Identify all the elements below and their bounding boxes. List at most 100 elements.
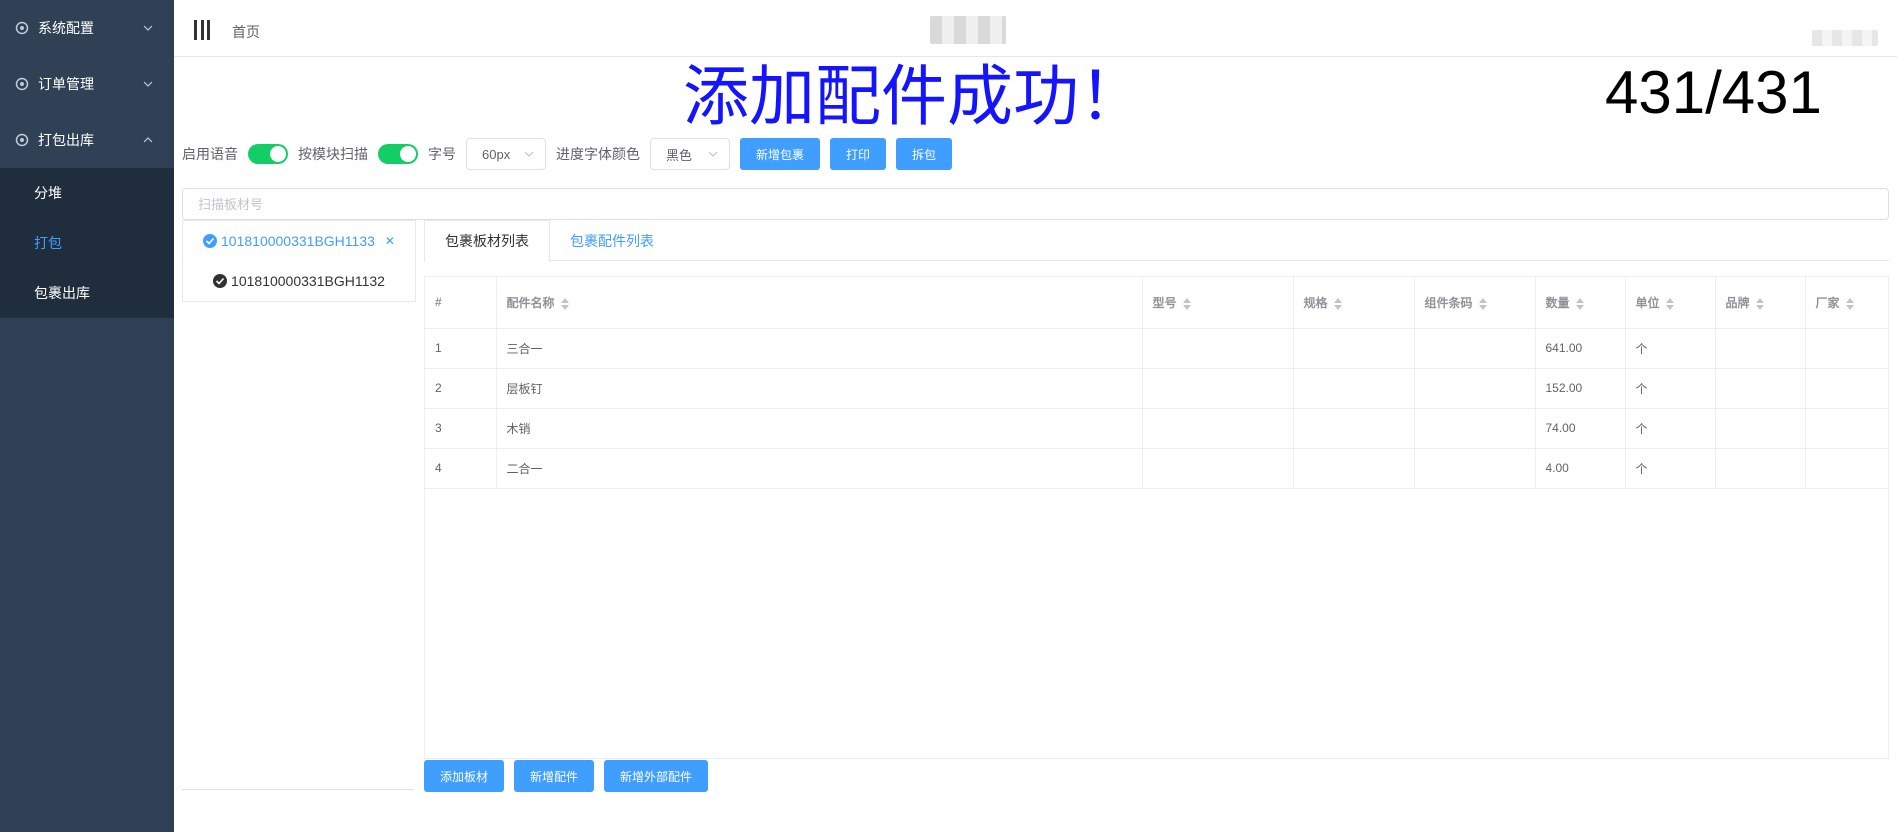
redacted-user[interactable] <box>1812 30 1878 46</box>
header: 首页 <box>174 0 1897 57</box>
cell-index: 2 <box>425 368 497 409</box>
sort-icon[interactable] <box>1845 297 1854 310</box>
breadcrumb[interactable]: 首页 <box>232 22 260 42</box>
column-header: # <box>425 277 497 329</box>
add-part-button[interactable]: 新增配件 <box>514 760 595 792</box>
module-scan-switch[interactable] <box>378 144 418 164</box>
gear-icon <box>14 20 30 36</box>
redacted-logo <box>930 16 1006 44</box>
sort-icon[interactable] <box>1665 297 1674 310</box>
cell-barcode <box>1414 448 1536 489</box>
sort-icon[interactable] <box>560 297 569 310</box>
submenu-item-package-outbound[interactable]: 包裹出库 <box>0 268 174 318</box>
board-item[interactable]: 101810000331BGH1133 ✕ <box>182 220 416 261</box>
chevron-up-icon <box>142 134 154 146</box>
toolbar: 启用语音 按模块扫描 字号 60px 进度字体颜色 黑色 新增包裹 打印 拆包 <box>182 138 962 170</box>
board-item[interactable]: 101810000331BGH1132 <box>182 261 416 302</box>
table-row[interactable]: 3 木销 74.00 个 <box>425 408 1888 449</box>
sidebar: 系统配置 订单管理 打包出库 分堆 打包 包裹出库 <box>0 0 174 832</box>
chevron-down-icon <box>142 22 154 34</box>
progress-counter: 431/431 <box>1605 59 1822 126</box>
cell-unit: 个 <box>1625 448 1716 489</box>
check-circle-icon <box>213 274 228 288</box>
cell-barcode <box>1414 368 1536 409</box>
cell-quantity: 641.00 <box>1535 328 1626 369</box>
cell-index: 3 <box>425 408 497 449</box>
check-circle-icon <box>203 233 218 248</box>
column-header[interactable]: 规格 <box>1293 277 1415 329</box>
chevron-down-icon <box>707 148 719 160</box>
menu-pack-outbound[interactable]: 打包出库 <box>0 112 174 168</box>
tab-package-parts[interactable]: 包裹配件列表 <box>550 220 674 261</box>
cell-quantity: 152.00 <box>1535 368 1626 409</box>
sort-icon[interactable] <box>1333 297 1342 310</box>
column-header[interactable]: 数量 <box>1535 277 1626 329</box>
column-header[interactable]: 品牌 <box>1715 277 1806 329</box>
cell-unit: 个 <box>1625 408 1716 449</box>
font-size-select[interactable]: 60px <box>466 138 546 170</box>
column-header[interactable]: 单位 <box>1625 277 1716 329</box>
column-header[interactable]: 组件条码 <box>1414 277 1536 329</box>
print-button[interactable]: 打印 <box>830 138 887 170</box>
cell-brand <box>1715 448 1806 489</box>
menu-label: 系统配置 <box>38 20 94 36</box>
cell-barcode <box>1414 328 1536 369</box>
cell-brand <box>1715 328 1806 369</box>
cell-part-name: 三合一 <box>496 328 1143 369</box>
add-external-part-button[interactable]: 新增外部配件 <box>604 760 709 792</box>
board-list: 101810000331BGH1133 ✕ 101810000331BGH113… <box>182 220 416 302</box>
font-color-select[interactable]: 黑色 <box>650 138 730 170</box>
tabs: 包裹板材列表 包裹配件列表 <box>424 220 1889 262</box>
board-code: 101810000331BGH1133 <box>221 232 375 249</box>
board-code: 101810000331BGH1132 <box>231 273 385 289</box>
sort-icon[interactable] <box>1575 297 1584 310</box>
column-header[interactable]: 厂家 <box>1805 277 1888 329</box>
table-row[interactable]: 1 三合一 641.00 个 <box>425 328 1888 369</box>
menu-label: 订单管理 <box>38 76 94 92</box>
font-size-label: 字号 <box>428 146 456 162</box>
app: 系统配置 订单管理 打包出库 分堆 打包 包裹出库 首页 添加配件成功！ 431… <box>0 0 1897 832</box>
cell-manufacturer <box>1805 448 1888 489</box>
voice-switch[interactable] <box>248 144 288 164</box>
cell-brand <box>1715 408 1806 449</box>
table-header-row: # 配件名称 型号 规格 组件条码 数量 单位 品牌 厂家 <box>425 277 1888 329</box>
add-board-button[interactable]: 添加板材 <box>424 760 505 792</box>
submenu-item-split[interactable]: 分堆 <box>0 168 174 218</box>
cell-barcode <box>1414 408 1536 449</box>
table-row[interactable]: 2 层板钉 152.00 个 <box>425 368 1888 409</box>
submenu-item-pack[interactable]: 打包 <box>0 218 174 268</box>
submenu-pack-outbound: 分堆 打包 包裹出库 <box>0 168 174 318</box>
cell-manufacturer <box>1805 408 1888 449</box>
gear-icon <box>14 76 30 92</box>
cell-unit: 个 <box>1625 328 1716 369</box>
sort-icon[interactable] <box>1478 297 1487 310</box>
menu-system-config[interactable]: 系统配置 <box>0 0 174 56</box>
cell-model <box>1142 408 1294 449</box>
column-header[interactable]: 配件名称 <box>496 277 1143 329</box>
close-icon[interactable]: ✕ <box>385 234 395 248</box>
gear-icon <box>14 132 30 148</box>
tab-package-boards[interactable]: 包裹板材列表 <box>424 220 550 262</box>
sort-icon[interactable] <box>1182 297 1191 310</box>
cell-quantity: 74.00 <box>1535 408 1626 449</box>
cell-part-name: 木销 <box>496 408 1143 449</box>
new-package-button[interactable]: 新增包裹 <box>740 138 821 170</box>
menu-order-management[interactable]: 订单管理 <box>0 56 174 112</box>
column-header[interactable]: 型号 <box>1142 277 1294 329</box>
hamburger-icon[interactable] <box>194 20 210 40</box>
unpack-button[interactable]: 拆包 <box>896 138 953 170</box>
table-row[interactable]: 4 二合一 4.00 个 <box>425 448 1888 489</box>
cell-spec <box>1293 448 1415 489</box>
scan-board-input[interactable] <box>182 188 1889 220</box>
sort-icon[interactable] <box>1755 297 1764 310</box>
cell-manufacturer <box>1805 328 1888 369</box>
font-color-value: 黑色 <box>666 147 693 163</box>
bottom-actions: 添加板材 新增配件 新增外部配件 <box>424 760 718 792</box>
divider <box>182 789 414 790</box>
cell-part-name: 二合一 <box>496 448 1143 489</box>
cell-spec <box>1293 328 1415 369</box>
cell-part-name: 层板钉 <box>496 368 1143 409</box>
cell-model <box>1142 448 1294 489</box>
font-size-value: 60px <box>482 146 511 162</box>
cell-unit: 个 <box>1625 368 1716 409</box>
